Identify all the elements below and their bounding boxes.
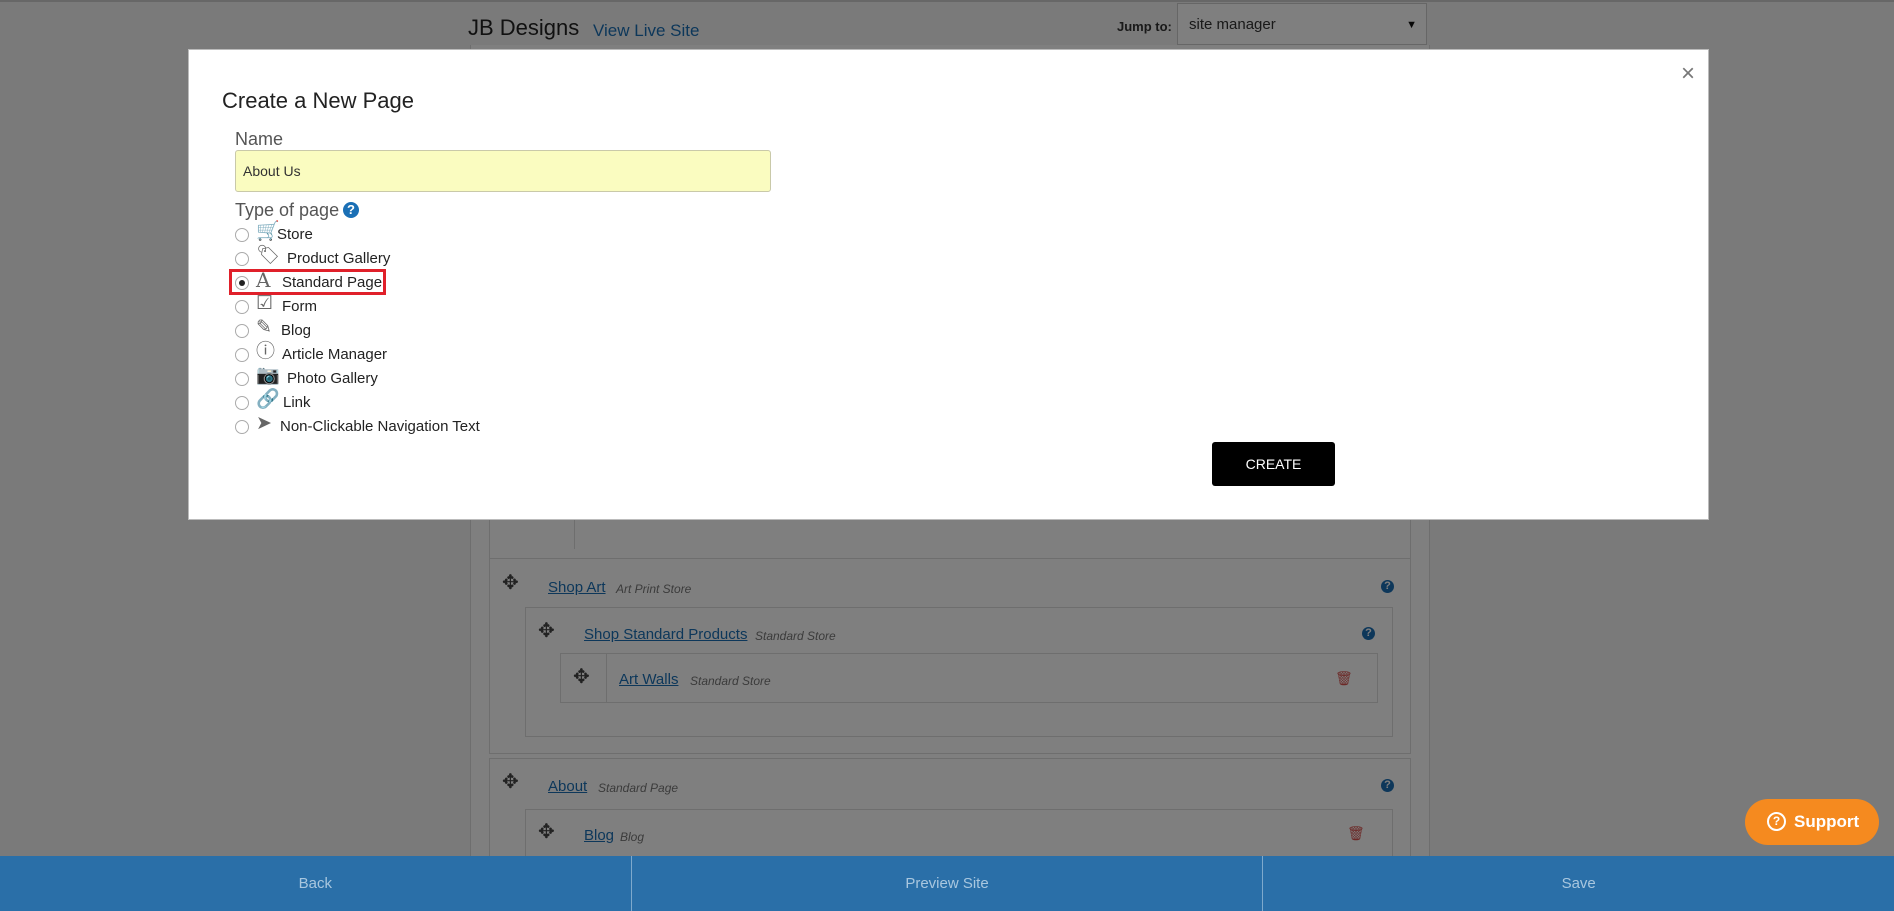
option-label: Form (282, 298, 317, 315)
radio-store[interactable] (235, 228, 249, 242)
radio-link[interactable] (235, 396, 249, 410)
location-arrow-icon: ➤ (256, 413, 272, 434)
option-label: Link (283, 394, 311, 411)
back-button[interactable]: Back (0, 856, 632, 911)
radio-product-gallery[interactable] (235, 252, 249, 266)
support-label: Support (1794, 812, 1860, 831)
selected-option-highlight (229, 269, 386, 295)
bottom-action-bar: Back Preview Site Save (0, 856, 1894, 911)
type-of-page-label: Type of page (235, 200, 340, 220)
link-icon: 🔗 (256, 389, 280, 410)
option-label: Store (277, 226, 313, 243)
checkbox-icon: ☑ (256, 293, 274, 314)
preview-site-button[interactable]: Preview Site (632, 856, 1264, 911)
radio-non-clickable-navigation-text[interactable] (235, 420, 249, 434)
radio-photo-gallery[interactable] (235, 372, 249, 386)
create-page-modal: × Create a New Page Name Type of page ? … (188, 49, 1709, 520)
option-label: Article Manager (282, 346, 388, 363)
camera-icon: 📷 (256, 365, 280, 386)
info-icon: ⓘ (256, 341, 276, 362)
radio-form[interactable] (235, 300, 249, 314)
page-name-input[interactable] (235, 150, 771, 192)
support-button[interactable]: ? Support (1745, 799, 1879, 845)
pencil-icon: ✎ (256, 317, 272, 338)
option-label: Blog (281, 322, 312, 339)
close-icon[interactable]: × (1681, 62, 1695, 86)
modal-title: Create a New Page (222, 88, 414, 113)
option-label: Non-Clickable Navigation Text (280, 418, 480, 435)
option-label: Product Gallery (287, 250, 391, 267)
tags-icon: 🏷 (256, 245, 281, 266)
radio-blog[interactable] (235, 324, 249, 338)
option-label: Photo Gallery (287, 370, 378, 387)
question-circle-icon: ? (1767, 812, 1786, 831)
radio-article-manager[interactable] (235, 348, 249, 362)
help-icon[interactable]: ? (343, 202, 359, 218)
name-label: Name (235, 129, 284, 149)
save-button[interactable]: Save (1263, 856, 1894, 911)
create-button[interactable]: CREATE (1212, 442, 1335, 486)
